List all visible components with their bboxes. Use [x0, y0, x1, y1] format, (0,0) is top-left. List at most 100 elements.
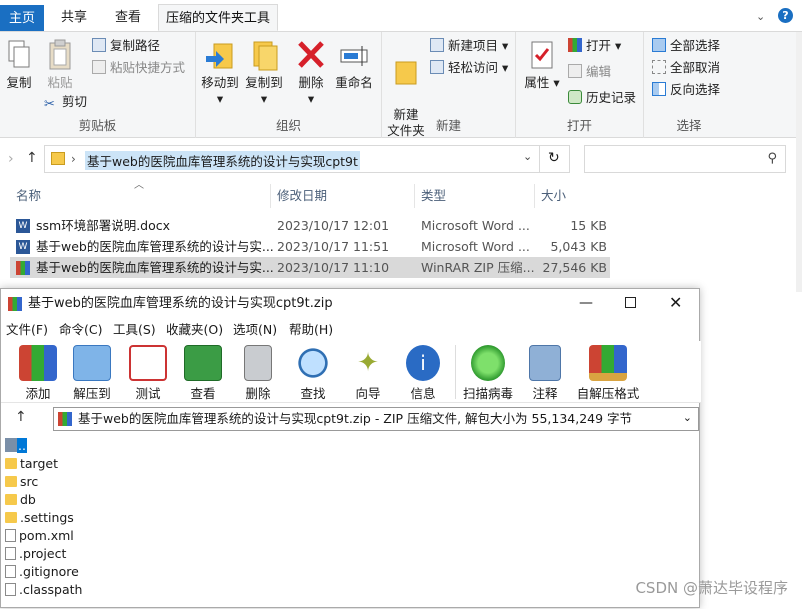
refresh-icon: ↻: [548, 150, 560, 166]
magnifier-icon: [294, 345, 332, 381]
tab-home[interactable]: 主页: [0, 5, 44, 31]
up-level-icon[interactable]: ↑: [15, 409, 27, 425]
rename-icon: [338, 38, 370, 72]
menu-options[interactable]: 选项(N): [233, 319, 277, 341]
view-book-icon: [184, 345, 222, 381]
tab-compressed-folder-tools[interactable]: 压缩的文件夹工具: [158, 4, 278, 31]
copy-path-button[interactable]: 复制路径: [92, 36, 160, 56]
paste-shortcut-button[interactable]: 粘贴快捷方式: [92, 58, 185, 78]
address-dropdown-icon[interactable]: ⌄: [523, 150, 532, 163]
tab-view[interactable]: 查看: [106, 4, 150, 31]
column-header-name[interactable]: 名称: [16, 184, 41, 208]
test-button[interactable]: 测试: [120, 345, 176, 402]
extract-to-button[interactable]: 解压到: [64, 345, 120, 402]
refresh-button[interactable]: ↻: [540, 145, 570, 173]
delete-archive-button[interactable]: 删除: [230, 345, 286, 402]
list-item[interactable]: .classpath: [5, 581, 82, 599]
column-header-size[interactable]: 大小: [541, 184, 566, 208]
properties-icon: [526, 38, 558, 72]
scan-virus-button[interactable]: 扫描病毒: [459, 345, 517, 402]
invert-selection-button[interactable]: 反向选择: [652, 80, 720, 100]
up-arrow-icon[interactable]: ↑: [26, 150, 38, 166]
copy-to-button[interactable]: 复制到 ▾: [242, 38, 286, 107]
info-icon: i: [406, 345, 440, 381]
new-item-icon: [430, 38, 444, 52]
select-none-button[interactable]: 全部取消: [652, 58, 720, 78]
help-icon[interactable]: ?: [778, 8, 793, 23]
tab-share[interactable]: 共享: [52, 4, 96, 31]
open-button[interactable]: 打开 ▾: [568, 36, 621, 56]
file-row[interactable]: W ssm环境部署说明.docx 2023/10/17 12:01 Micros…: [10, 215, 610, 236]
minimize-icon[interactable]: —: [579, 289, 593, 317]
archive-path: 基于web的医院血库管理系统的设计与实现cpt9t.zip - ZIP 压缩文件…: [78, 411, 633, 426]
menu-commands[interactable]: 命令(C): [59, 319, 102, 341]
list-item[interactable]: .settings: [5, 509, 74, 527]
list-item[interactable]: db: [5, 491, 36, 509]
list-item[interactable]: target: [5, 455, 58, 473]
maximize-icon[interactable]: [625, 297, 636, 308]
delete-x-icon: [295, 38, 327, 72]
archive-path-field[interactable]: 基于web的医院血库管理系统的设计与实现cpt9t.zip - ZIP 压缩文件…: [53, 407, 699, 431]
rename-button[interactable]: 重命名: [332, 38, 376, 91]
paste-icon: [44, 38, 76, 72]
file-row[interactable]: W 基于web的医院血库管理系统的设计与实... 2023/10/17 11:5…: [10, 236, 610, 257]
folder-icon: [51, 152, 65, 165]
menu-file[interactable]: 文件(F): [6, 319, 48, 341]
select-all-button[interactable]: 全部选择: [652, 36, 720, 56]
move-to-button[interactable]: 移动到 ▾: [198, 38, 242, 107]
close-icon[interactable]: ✕: [669, 289, 682, 317]
address-field[interactable]: › 基于web的医院血库管理系统的设计与实现cpt9t ⌄: [44, 145, 540, 173]
wizard-button[interactable]: ✦ 向导: [340, 345, 396, 402]
winrar-window: 基于web的医院血库管理系统的设计与实现cpt9t.zip — ✕ 文件(F) …: [0, 288, 701, 609]
window-title: 基于web的医院血库管理系统的设计与实现cpt9t.zip: [28, 296, 333, 311]
file-row-selected[interactable]: 基于web的医院血库管理系统的设计与实... 2023/10/17 11:10 …: [10, 257, 610, 278]
scissors-icon: ✂: [44, 97, 55, 112]
sort-up-icon: ︿: [134, 180, 144, 191]
search-input[interactable]: ⚲: [584, 145, 786, 173]
winrar-toolbar: 添加 解压到 测试 查看 删除 查找 ✦ 向导 i 信息 扫描病毒 注释 自解压格式: [1, 341, 701, 403]
word-icon: W: [16, 219, 30, 233]
menu-bar: 文件(F) 命令(C) 工具(S) 收藏夹(O) 选项(N) 帮助(H): [1, 319, 701, 341]
copy-button[interactable]: 复制: [2, 38, 36, 91]
menu-tools[interactable]: 工具(S): [113, 319, 156, 341]
history-button[interactable]: 历史记录: [568, 88, 636, 108]
delete-button[interactable]: 删除 ▾: [294, 38, 328, 107]
archive-file-list: .. target src db .settings pom.xml .proj…: [1, 435, 699, 609]
winrar-small-icon: [58, 412, 72, 426]
easy-access-button[interactable]: 轻松访问 ▾: [430, 58, 508, 78]
find-button[interactable]: 查找: [285, 345, 341, 402]
explorer-scrollbar[interactable]: [796, 32, 802, 292]
sfx-button[interactable]: 自解压格式: [575, 345, 641, 402]
menu-help[interactable]: 帮助(H): [289, 319, 333, 341]
properties-button[interactable]: 属性 ▾: [522, 38, 562, 91]
add-button[interactable]: 添加: [10, 345, 66, 402]
comment-button[interactable]: 注释: [517, 345, 573, 402]
list-item[interactable]: pom.xml: [5, 527, 74, 545]
list-item[interactable]: ..: [5, 437, 27, 455]
list-item[interactable]: .project: [5, 545, 66, 563]
add-archive-icon: [19, 345, 57, 381]
list-item[interactable]: .gitignore: [5, 563, 79, 581]
column-header-date[interactable]: 修改日期: [277, 184, 327, 208]
file-icon: [5, 547, 16, 560]
file-icon: [5, 583, 16, 596]
copy-to-icon: [248, 38, 280, 72]
toolbar-separator: [455, 345, 456, 399]
winrar-app-icon: [8, 297, 22, 311]
edit-icon: [568, 64, 582, 78]
path-dropdown-icon[interactable]: ⌄: [683, 407, 692, 429]
list-item[interactable]: src: [5, 473, 38, 491]
edit-button[interactable]: 编辑: [568, 62, 611, 82]
view-button[interactable]: 查看: [175, 345, 231, 402]
copy-icon: [3, 38, 35, 72]
extract-folder-icon: [73, 345, 111, 381]
paste-button[interactable]: 粘贴: [42, 38, 78, 91]
back-arrow-icon[interactable]: ›: [8, 151, 14, 167]
info-button[interactable]: i 信息: [395, 345, 451, 402]
new-item-button[interactable]: 新建项目 ▾: [430, 36, 508, 56]
ribbon-collapse-icon[interactable]: ⌄: [756, 10, 765, 23]
cut-button[interactable]: ✂ 剪切: [44, 92, 87, 112]
column-header-type[interactable]: 类型: [421, 184, 446, 208]
group-organize: 移动到 ▾ 复制到 ▾ 删除 ▾ 重命名 组织: [196, 32, 382, 138]
menu-favorites[interactable]: 收藏夹(O): [166, 319, 223, 341]
